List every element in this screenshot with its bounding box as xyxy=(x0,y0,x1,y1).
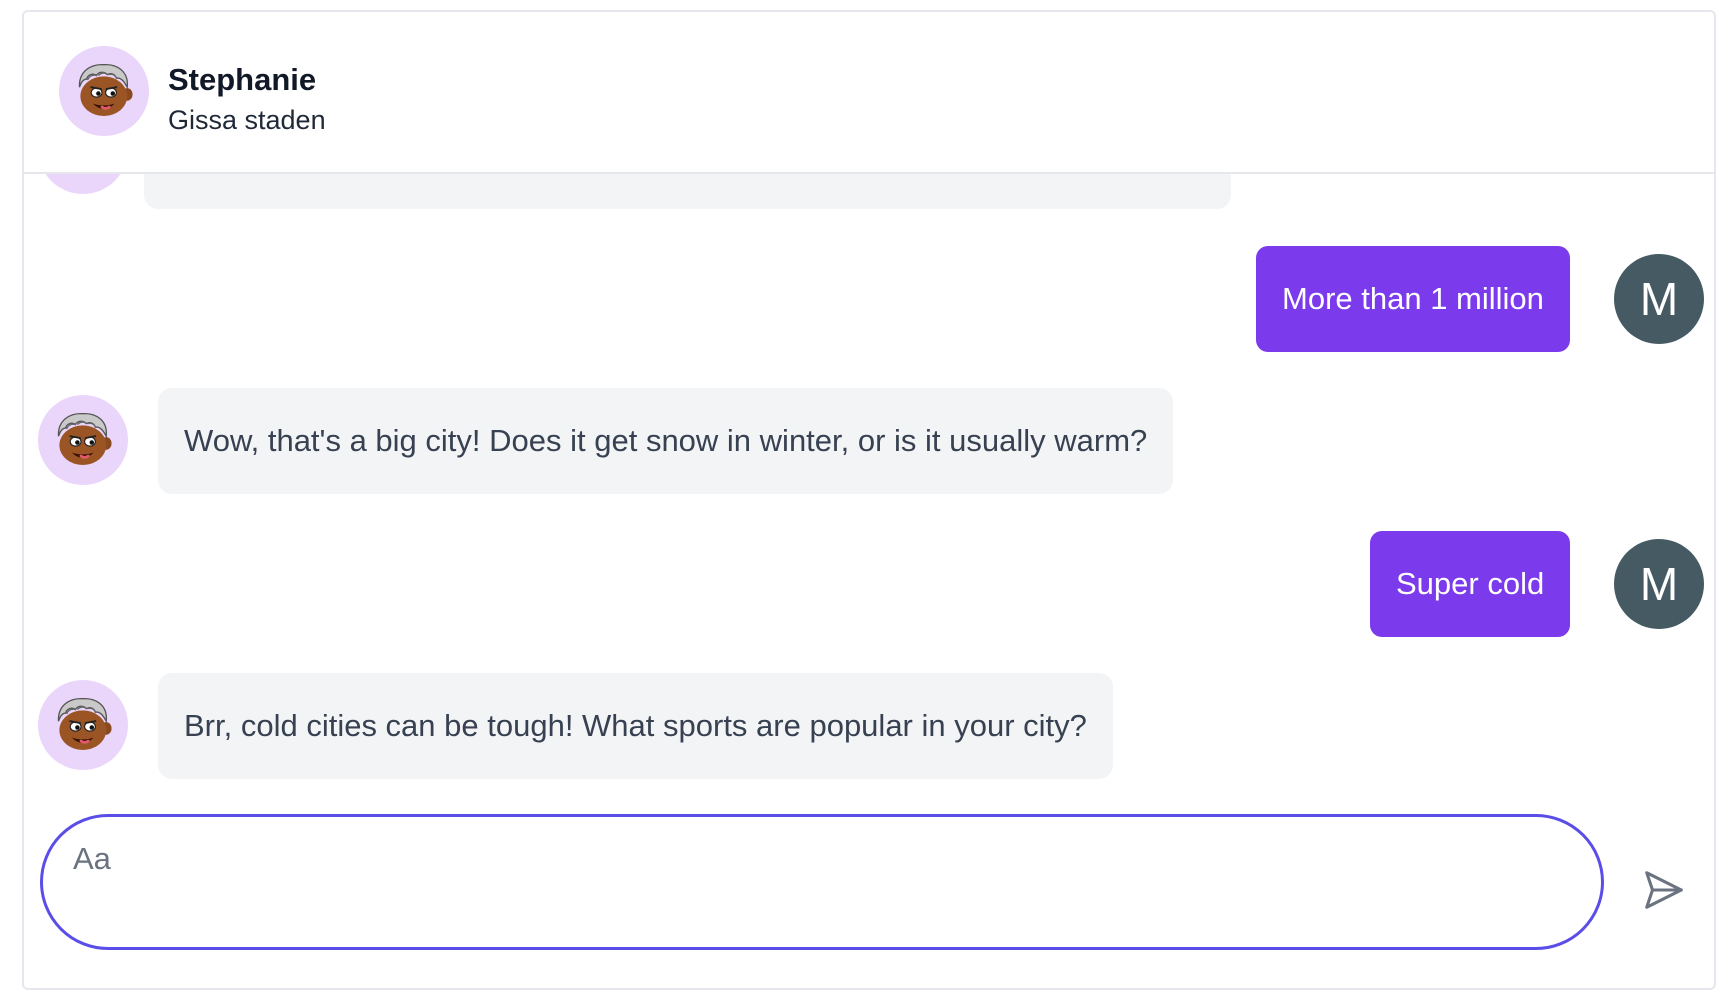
message-text: Wow, that's a big city! Does it get snow… xyxy=(184,423,1148,458)
message-input[interactable] xyxy=(73,837,1553,881)
chat-subtitle: Gissa staden xyxy=(168,105,326,135)
avatar-letter: M xyxy=(1639,273,1679,325)
cartoon-face-icon xyxy=(54,411,112,469)
user-message: More than 1 million xyxy=(1256,246,1570,352)
chat-panel: More than 1 million M Wow, that's a big … xyxy=(22,10,1716,990)
chat-header: Stephanie Gissa staden xyxy=(24,12,1714,174)
user-avatar: M xyxy=(1614,254,1704,344)
avatar-letter: M xyxy=(1639,558,1679,610)
send-icon xyxy=(1645,871,1683,909)
contact-name: Stephanie xyxy=(168,62,317,97)
message-text: More than 1 million xyxy=(1282,281,1544,316)
bot-message: Brr, cold cities can be tough! What spor… xyxy=(158,673,1113,779)
send-button[interactable] xyxy=(1636,862,1692,918)
bot-message: Wow, that's a big city! Does it get snow… xyxy=(158,388,1174,494)
message-composer[interactable] xyxy=(40,814,1604,950)
message-text: Super cold xyxy=(1396,566,1545,601)
user-avatar: M xyxy=(1614,539,1704,629)
cartoon-face-icon xyxy=(75,62,133,120)
bot-avatar xyxy=(38,680,128,770)
user-message: Super cold xyxy=(1370,531,1571,637)
bot-avatar xyxy=(38,395,128,485)
contact-avatar xyxy=(59,46,149,136)
cartoon-face-icon xyxy=(54,696,112,754)
message-text: Brr, cold cities can be tough! What spor… xyxy=(184,708,1087,743)
